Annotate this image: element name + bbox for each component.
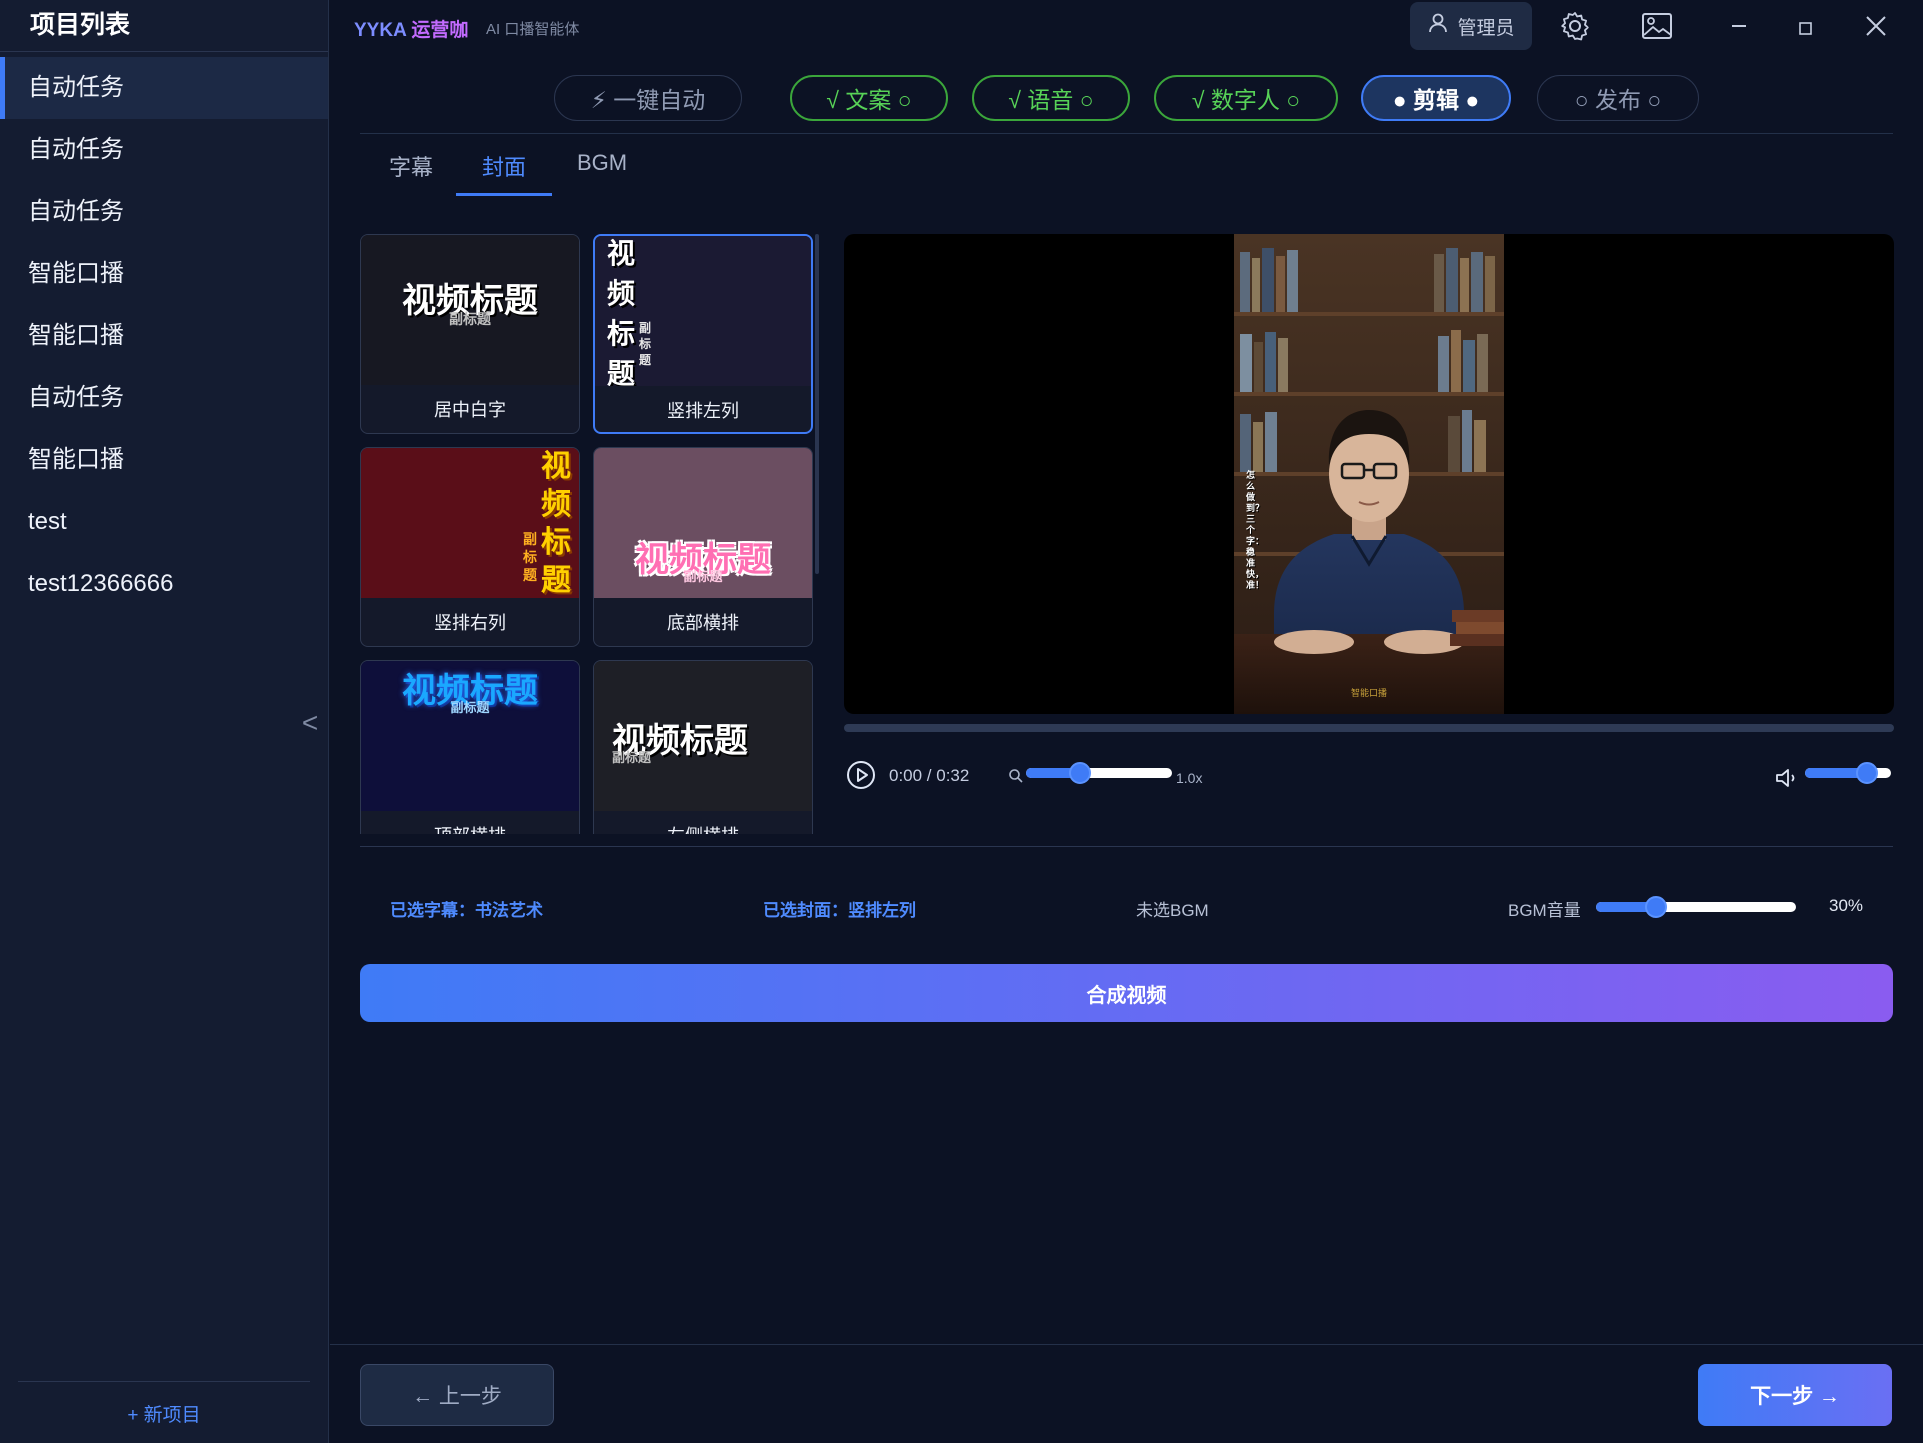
speed-slider-knob[interactable] xyxy=(1069,762,1091,784)
maximize-icon[interactable] xyxy=(1785,6,1825,46)
tab-subtitle[interactable]: 字幕 xyxy=(384,150,438,196)
app-window: 项目列表 自动任务 自动任务 自动任务 智能口播 智能口播 自动任务 智能口播 … xyxy=(0,0,1923,1443)
cover-template-card[interactable]: 视频标题 副标题 左侧横排 xyxy=(593,660,813,834)
step-auto[interactable]: ⚡ 一键自动 xyxy=(554,75,742,121)
cover-template-card[interactable]: 视频标题 副标题 居中白字 xyxy=(360,234,580,434)
cover-template-label: 底部横排 xyxy=(667,613,739,633)
sidebar-item-project[interactable]: 智能口播 xyxy=(0,243,328,305)
cover-thumbnail: 视频标题 副标题 xyxy=(594,661,812,811)
video-watermark: 智能口播 xyxy=(1350,688,1387,698)
video-preview[interactable]: 怎么做到？三个字：稳准快，准！ 智能口播 xyxy=(844,234,1894,714)
sidebar-item-project[interactable]: 自动任务 xyxy=(0,57,328,119)
thumb-subtitle: 副标题 xyxy=(450,700,490,715)
cover-caption-vertical: 怎么做到？三个字：稳准快，准！ xyxy=(1246,470,1265,590)
selected-cover-style: 已选封面：竖排左列 xyxy=(763,901,916,920)
sidebar-item-project[interactable]: 智能口播 xyxy=(0,305,328,367)
footer-divider xyxy=(330,1344,1923,1345)
playback-speed-slider[interactable] xyxy=(1026,762,1172,784)
volume-slider[interactable] xyxy=(1805,762,1891,784)
sidebar-footer: + 新项目 xyxy=(18,1381,310,1427)
selection-summary: 已选字幕：书法艺术 已选封面：竖排左列 未选BGM BGM音量 30% xyxy=(360,890,1893,926)
cover-template-card[interactable]: 视频标题 副标题 顶部横排 xyxy=(360,660,580,834)
minimize-icon[interactable] xyxy=(1719,6,1759,46)
video-frame: 怎么做到？三个字：稳准快，准！ 智能口播 xyxy=(1234,234,1504,714)
sidebar-item-project[interactable]: 自动任务 xyxy=(0,119,328,181)
step-voice[interactable]: √ 语音 ○ xyxy=(972,75,1130,121)
new-project-button[interactable]: + 新项目 xyxy=(18,1400,310,1427)
step-edit[interactable]: ● 剪辑 ● xyxy=(1361,75,1511,121)
cover-thumbnail: 视频标题 副标题 xyxy=(595,236,811,386)
thumb-subtitle: 副标题 xyxy=(523,531,537,583)
tab-cover[interactable]: 封面 xyxy=(456,150,552,196)
sidebar-collapse-button[interactable]: < xyxy=(300,708,320,738)
cover-thumbnail: 视频标题 副标题 xyxy=(361,448,579,598)
gear-icon[interactable] xyxy=(1555,6,1595,46)
admin-label: 管理员 xyxy=(1457,17,1515,39)
thumb-title: 视频标题 xyxy=(607,237,636,386)
bgm-volume-label: BGM音量 xyxy=(1508,901,1581,920)
sidebar-title: 项目列表 xyxy=(0,0,328,52)
thumb-subtitle: 副标题 xyxy=(612,750,652,765)
sidebar: 项目列表 自动任务 自动任务 自动任务 智能口播 智能口播 自动任务 智能口播 … xyxy=(0,0,329,1443)
cover-template-label: 左侧横排 xyxy=(594,811,812,834)
volume-icon[interactable] xyxy=(1774,766,1800,795)
bgm-volume-value: 30% xyxy=(1829,896,1864,915)
play-icon[interactable] xyxy=(846,760,876,790)
close-icon[interactable] xyxy=(1856,6,1896,46)
cover-template-grid: 视频标题 副标题 居中白字 视频标题 副标题 竖排左列 视频标题 副标题 竖排右… xyxy=(360,234,820,834)
workflow-steps: ⚡ 一键自动 √ 文案 ○ √ 语音 ○ √ 数字人 ○ ● 剪辑 ● ○ 发布… xyxy=(360,74,1893,134)
sidebar-item-project[interactable]: 自动任务 xyxy=(0,181,328,243)
video-progress-bar[interactable] xyxy=(844,724,1894,732)
app-subtitle: AI 口播智能体 xyxy=(486,21,580,38)
step-copywriting[interactable]: √ 文案 ○ xyxy=(790,75,948,121)
admin-account-button[interactable]: 管理员 xyxy=(1410,2,1532,50)
cover-template-label: 竖排左列 xyxy=(667,401,739,421)
cover-template-label: 居中白字 xyxy=(434,400,506,420)
image-icon[interactable] xyxy=(1637,6,1677,46)
step-digital-human[interactable]: √ 数字人 ○ xyxy=(1154,75,1338,121)
presenter-image xyxy=(1234,234,1504,714)
sidebar-item-project[interactable]: test12366666 xyxy=(0,553,328,615)
cover-thumbnail: 视频标题 副标题 xyxy=(361,235,579,385)
playback-time: 0:00 / 0:32 xyxy=(889,766,970,785)
thumb-subtitle: 副标题 xyxy=(449,311,491,327)
user-icon xyxy=(1427,12,1449,40)
thumb-subtitle: 副标题 xyxy=(683,569,723,584)
cover-thumbnail: 视频标题 副标题 xyxy=(361,661,579,811)
volume-slider-knob[interactable] xyxy=(1856,762,1878,784)
thumb-title: 视频标题 xyxy=(541,450,571,597)
template-grid-scrollbar[interactable] xyxy=(815,234,819,574)
cover-template-card[interactable]: 视频标题 副标题 底部横排 xyxy=(593,447,813,647)
sidebar-item-project[interactable]: 智能口播 xyxy=(0,429,328,491)
project-list: 自动任务 自动任务 自动任务 智能口播 智能口播 自动任务 智能口播 test … xyxy=(0,57,328,615)
bgm-volume-slider[interactable] xyxy=(1596,896,1796,918)
cover-template-card-selected[interactable]: 视频标题 副标题 竖排左列 xyxy=(593,234,813,434)
brand-name-cn: 运营咖 xyxy=(411,20,469,41)
speed-label: 1.0x xyxy=(1176,770,1203,786)
bgm-status: 未选BGM xyxy=(1136,901,1209,920)
brand-logo: YYKA 运营咖 xyxy=(354,15,468,42)
bgm-slider-knob[interactable] xyxy=(1645,896,1667,918)
compose-video-button[interactable]: 合成视频 xyxy=(360,964,1893,1022)
step-publish[interactable]: ○ 发布 ○ xyxy=(1537,75,1699,121)
player-controls: 0:00 / 0:32 1.0x xyxy=(844,756,1894,800)
title-bar: YYKA 运营咖 AI 口播智能体 管理员 xyxy=(330,0,1923,54)
zoom-icon xyxy=(1008,768,1024,789)
cover-template-card[interactable]: 视频标题 副标题 竖排右列 xyxy=(360,447,580,647)
next-step-button[interactable]: 下一步 → xyxy=(1698,1364,1892,1426)
brand-name: YYKA xyxy=(354,20,407,41)
selected-subtitle-style: 已选字幕：书法艺术 xyxy=(390,901,543,920)
cover-template-label: 顶部横排 xyxy=(361,811,579,834)
previous-step-button[interactable]: ← 上一步 xyxy=(360,1364,554,1426)
tab-bgm[interactable]: BGM xyxy=(574,150,630,196)
sidebar-item-project[interactable]: test xyxy=(0,491,328,553)
section-divider xyxy=(360,846,1893,847)
thumb-subtitle: 副标题 xyxy=(639,321,652,367)
sidebar-item-project[interactable]: 自动任务 xyxy=(0,367,328,429)
cover-template-label: 竖排右列 xyxy=(434,613,506,633)
cover-thumbnail: 视频标题 副标题 xyxy=(594,448,812,598)
